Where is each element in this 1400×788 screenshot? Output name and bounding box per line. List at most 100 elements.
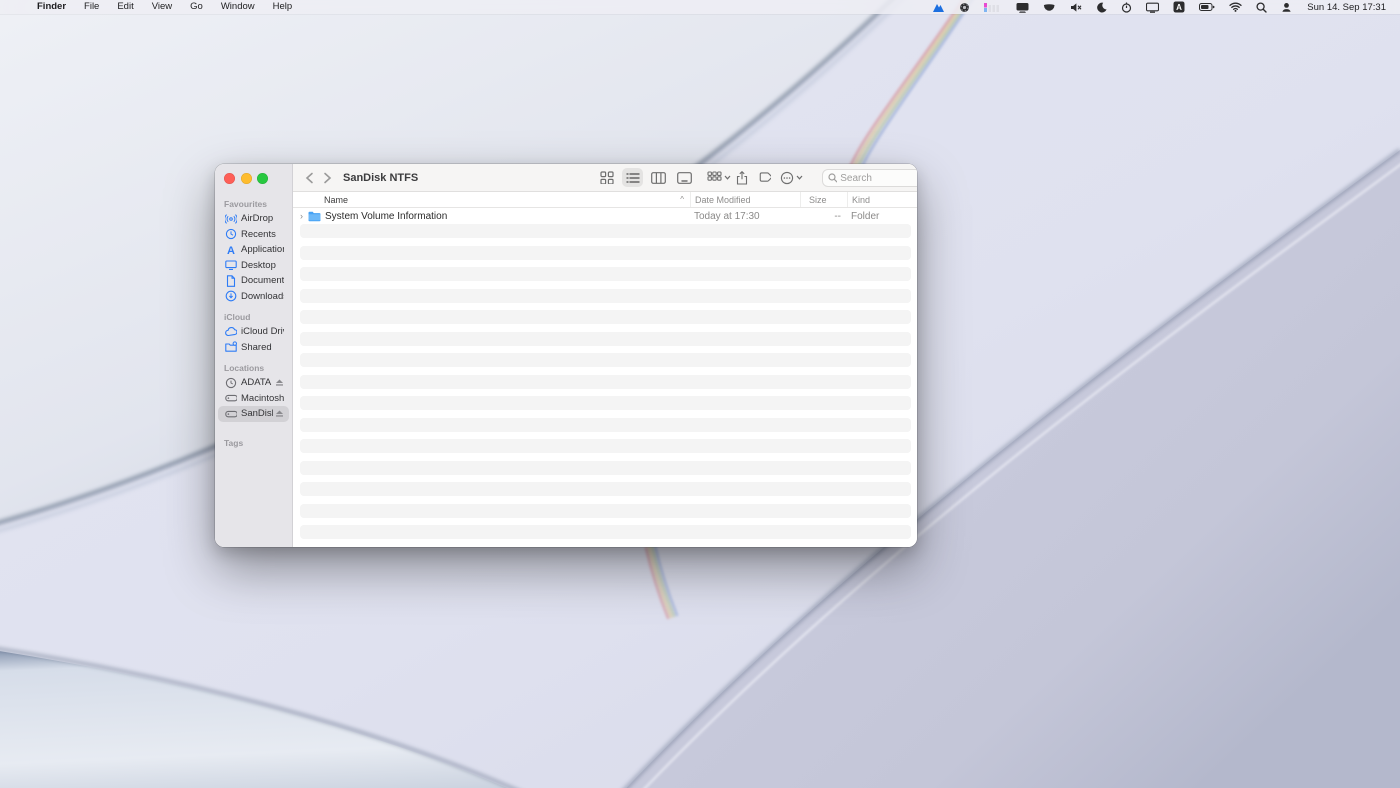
column-view-button[interactable] [648,168,669,187]
empty-row-stripe [300,396,911,410]
list-column-headers: Name ^ Date Modified Size Kind [293,192,917,208]
search-field[interactable] [822,169,917,187]
hard-disk-icon [225,392,237,404]
menu-edit[interactable]: Edit [108,0,142,14]
sidebar-item-adata[interactable]: ADATA H… [218,375,289,391]
sidebar-section-locations: Locations [215,363,292,375]
menu-bar-clock[interactable]: Sun 14. Sep 17:31 [1299,2,1392,13]
folder-icon [308,211,321,222]
sidebar-item-sandisk[interactable]: SanDisk… [218,406,289,422]
sidebar-item-downloads[interactable]: Downloads [218,289,289,305]
cup-app-icon[interactable] [1036,2,1063,13]
screen-mirroring-icon[interactable] [1139,2,1166,13]
sidebar-item-icloud-drive[interactable]: iCloud Drive [218,324,289,340]
timer-icon[interactable] [1114,2,1139,13]
mountain-app-icon[interactable] [925,2,952,13]
file-name: System Volume Information [325,211,447,222]
chevron-down-icon [796,175,803,180]
battery-icon[interactable] [1192,2,1222,12]
column-header-size[interactable]: Size [800,192,847,207]
empty-row-stripe [300,310,911,324]
menu-view[interactable]: View [143,0,181,14]
minimize-button[interactable] [241,173,252,184]
column-header-name[interactable]: Name ^ [293,195,690,205]
eject-icon[interactable] [275,409,284,418]
sidebar-item-label: SanDisk… [241,408,273,419]
search-icon[interactable] [1249,2,1274,13]
close-button[interactable] [224,173,235,184]
sidebar-item-label: Applications [241,244,284,255]
recents-clock-icon [225,228,237,240]
empty-row-stripe [300,418,911,432]
menu-file[interactable]: File [75,0,108,14]
sidebar-item-label: Macintosh… [241,393,284,404]
list-view-button[interactable] [622,168,643,187]
finder-toolbar: SanDisk NTFS [293,164,917,192]
sidebar-item-shared[interactable]: Shared [218,340,289,356]
eject-icon[interactable] [275,378,284,387]
disclosure-chevron-icon[interactable]: › [300,211,308,221]
sidebar-section-favourites: Favourites [215,199,292,211]
tag-button[interactable] [758,171,771,184]
sidebar-item-macintosh[interactable]: Macintosh… [218,391,289,407]
file-date-modified: Today at 17:30 [690,211,800,222]
group-by-button[interactable] [707,171,731,184]
menu-help[interactable]: Help [264,0,302,14]
input-source-icon[interactable]: A [1166,1,1192,13]
user-menu-icon[interactable] [1274,2,1299,13]
sidebar-section-tags: Tags [215,438,292,450]
share-button[interactable] [736,171,748,185]
svg-text:A: A [227,245,235,256]
sidebar-item-label: ADATA H… [241,377,273,388]
window-title: SanDisk NTFS [343,172,418,184]
empty-row-stripe [300,525,911,539]
empty-row-stripe [300,353,911,367]
icloud-icon [225,326,237,338]
sidebar-item-label: iCloud Drive [241,326,284,337]
svg-text:A: A [1176,3,1182,12]
menu-finder[interactable]: Finder [28,0,75,14]
menu-window[interactable]: Window [212,0,264,14]
sort-ascending-icon: ^ [680,195,684,204]
volume-muted-icon[interactable] [1063,2,1089,13]
finder-window: Favourites AirDrop Recents A Application… [215,164,917,547]
empty-row-stripe [300,267,911,281]
search-input[interactable] [840,173,917,184]
table-row[interactable]: › System Volume Information Today at 17:… [293,208,917,224]
zoom-button[interactable] [257,173,268,184]
icon-view-button[interactable] [596,168,617,187]
sidebar-item-label: Recents [241,229,284,240]
sidebar-item-label: Documents [241,275,284,286]
display-app-icon[interactable] [1009,2,1036,13]
search-icon [828,173,837,183]
empty-row-stripe [300,246,911,260]
empty-row-stripe [300,332,911,346]
wifi-icon[interactable] [1222,2,1249,12]
gear-app-icon[interactable] [952,2,977,13]
chevron-down-icon [724,175,731,180]
empty-row-stripes [293,224,917,539]
menu-go[interactable]: Go [181,0,212,14]
hard-disk-icon [225,408,237,420]
sidebar-item-documents[interactable]: Documents [218,273,289,289]
sidebar-item-desktop[interactable]: Desktop [218,258,289,274]
file-size: -- [800,211,847,222]
desktop-icon [225,259,237,271]
gallery-view-button[interactable] [674,168,695,187]
file-list: › System Volume Information Today at 17:… [293,208,917,547]
sidebar-item-label: AirDrop [241,213,284,224]
back-button[interactable] [305,172,314,184]
empty-row-stripe [300,224,911,238]
column-header-date-modified[interactable]: Date Modified [690,192,800,207]
sidebar-item-applications[interactable]: A Applications [218,242,289,258]
column-header-kind[interactable]: Kind [847,192,917,207]
sidebar-item-label: Desktop [241,260,284,271]
downloads-icon [225,290,237,302]
focus-moon-icon[interactable] [1089,2,1114,13]
sidebar-item-airdrop[interactable]: AirDrop [218,211,289,227]
more-actions-button[interactable] [780,171,803,185]
sidebar-item-recents[interactable]: Recents [218,227,289,243]
forward-button[interactable] [323,172,332,184]
stats-app-icon[interactable] [977,2,1009,13]
airdrop-icon [225,213,237,225]
